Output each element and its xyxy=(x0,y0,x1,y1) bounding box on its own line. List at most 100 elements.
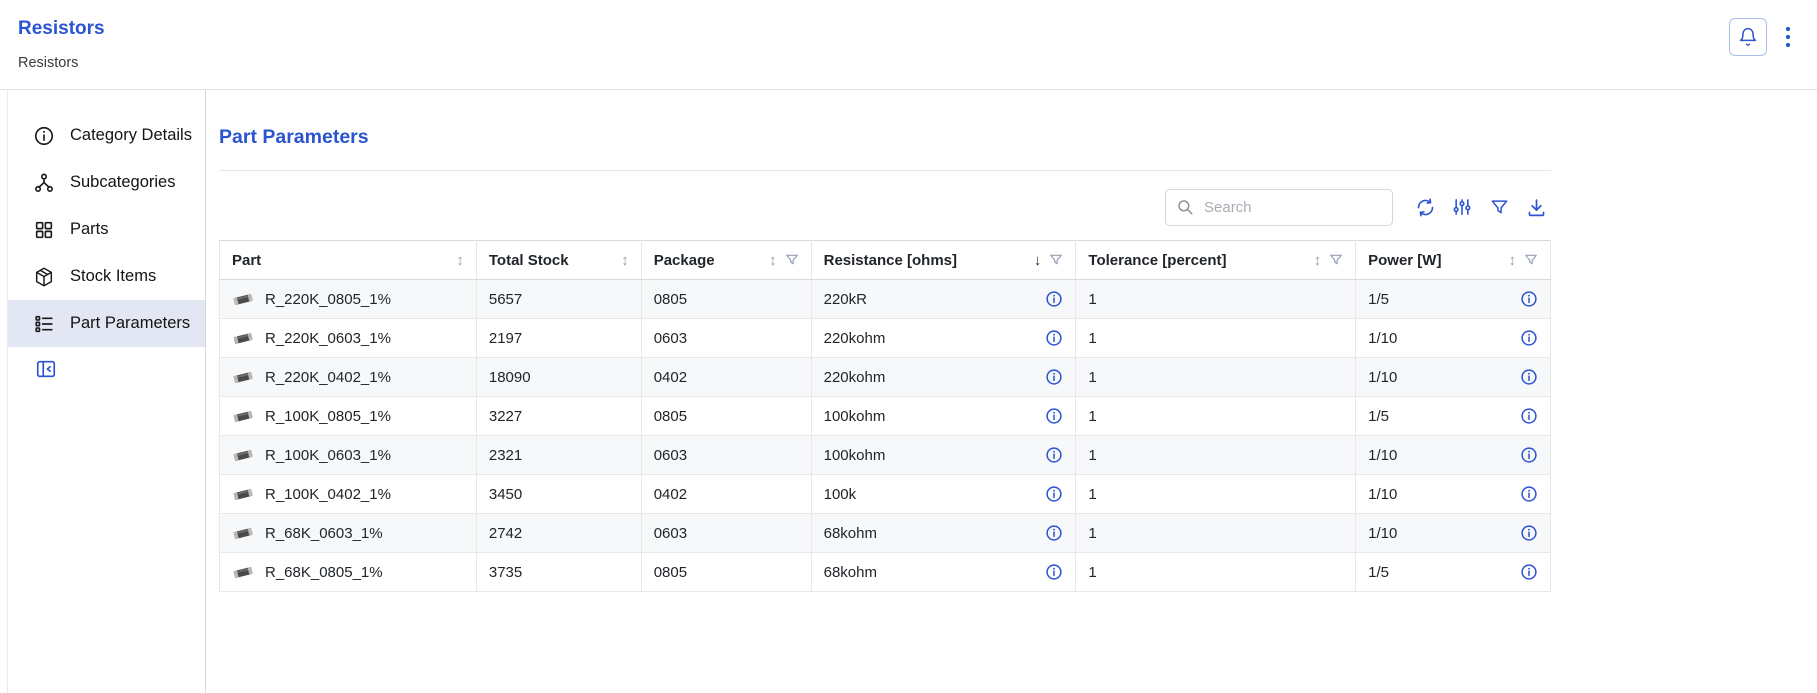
column-header-package[interactable]: Package ↕ xyxy=(641,241,811,280)
table-row[interactable]: R_100K_0805_1% 3227 0805 100kohm 1 1/5 xyxy=(220,397,1551,436)
sidebar: Category Details Subcategories xyxy=(8,90,206,693)
total-stock-value: 5657 xyxy=(476,280,641,319)
sidebar-item-stock-items[interactable]: Stock Items xyxy=(8,253,205,300)
column-settings-icon xyxy=(1452,197,1472,217)
tolerance-value: 1 xyxy=(1076,280,1356,319)
part-parameters-table: Part ↕ Total Stock ↕ xyxy=(219,240,1551,592)
info-icon[interactable] xyxy=(1520,485,1538,503)
column-filter-icon[interactable] xyxy=(785,253,799,267)
resistance-value: 100kohm xyxy=(824,447,886,464)
table-row[interactable]: R_220K_0805_1% 5657 0805 220kR 1 1/5 xyxy=(220,280,1551,319)
table-row[interactable]: R_220K_0603_1% 2197 0603 220kohm 1 1/10 xyxy=(220,319,1551,358)
bell-icon xyxy=(1738,27,1758,47)
column-header-part[interactable]: Part ↕ xyxy=(220,241,477,280)
search-box xyxy=(1165,189,1393,226)
panel-collapse-icon xyxy=(35,358,57,380)
column-header-resistance[interactable]: Resistance [ohms] ↓ xyxy=(811,241,1076,280)
package-value: 0603 xyxy=(641,436,811,475)
package-value: 0603 xyxy=(641,319,811,358)
info-icon xyxy=(33,125,55,147)
section-title: Part Parameters xyxy=(219,126,1551,149)
info-icon[interactable] xyxy=(1045,290,1063,308)
column-filter-icon[interactable] xyxy=(1329,253,1343,267)
info-icon[interactable] xyxy=(1045,563,1063,581)
table-row[interactable]: R_100K_0603_1% 2321 0603 100kohm 1 1/10 xyxy=(220,436,1551,475)
column-header-power[interactable]: Power [W] ↕ xyxy=(1356,241,1551,280)
sort-icon[interactable]: ↕ xyxy=(1509,253,1517,268)
part-name: R_68K_0603_1% xyxy=(265,525,383,542)
power-value: 1/5 xyxy=(1368,291,1389,308)
column-settings-button[interactable] xyxy=(1447,192,1477,222)
sidebar-item-label: Subcategories xyxy=(70,173,176,192)
column-header-tolerance[interactable]: Tolerance [percent] ↕ xyxy=(1076,241,1356,280)
info-icon[interactable] xyxy=(1520,290,1538,308)
sort-icon[interactable]: ↕ xyxy=(621,253,629,268)
sidebar-item-part-parameters[interactable]: Part Parameters xyxy=(8,300,205,347)
power-value: 1/10 xyxy=(1368,330,1397,347)
overflow-menu-button[interactable] xyxy=(1779,19,1797,55)
sort-icon[interactable]: ↕ xyxy=(769,253,777,268)
sort-icon[interactable]: ↓ xyxy=(1034,253,1042,268)
refresh-button[interactable] xyxy=(1410,192,1440,222)
info-icon[interactable] xyxy=(1520,329,1538,347)
info-icon[interactable] xyxy=(1520,368,1538,386)
column-label: Part xyxy=(232,252,261,269)
filter-button[interactable] xyxy=(1484,192,1514,222)
page-title: Resistors xyxy=(18,18,105,40)
table-row[interactable]: R_220K_0402_1% 18090 0402 220kohm 1 1/10 xyxy=(220,358,1551,397)
main-panel: Part Parameters xyxy=(206,90,1817,693)
resistor-thumbnail-icon xyxy=(232,330,254,346)
tolerance-value: 1 xyxy=(1076,397,1356,436)
part-name: R_100K_0603_1% xyxy=(265,447,391,464)
resistance-value: 68kohm xyxy=(824,525,877,542)
part-name: R_100K_0402_1% xyxy=(265,486,391,503)
column-label: Power [W] xyxy=(1368,252,1441,269)
header-actions xyxy=(1729,12,1797,56)
part-name: R_100K_0805_1% xyxy=(265,408,391,425)
info-icon[interactable] xyxy=(1045,446,1063,464)
breadcrumb[interactable]: Resistors xyxy=(18,55,105,71)
resistance-value: 100kohm xyxy=(824,408,886,425)
column-filter-icon[interactable] xyxy=(1049,253,1063,267)
table-row[interactable]: R_68K_0603_1% 2742 0603 68kohm 1 1/10 xyxy=(220,514,1551,553)
total-stock-value: 18090 xyxy=(476,358,641,397)
info-icon[interactable] xyxy=(1045,368,1063,386)
section-divider xyxy=(219,170,1551,171)
info-icon[interactable] xyxy=(1520,563,1538,581)
total-stock-value: 2321 xyxy=(476,436,641,475)
info-icon[interactable] xyxy=(1520,446,1538,464)
resistor-thumbnail-icon xyxy=(232,486,254,502)
table-row[interactable]: R_68K_0805_1% 3735 0805 68kohm 1 1/5 xyxy=(220,553,1551,592)
column-header-total-stock[interactable]: Total Stock ↕ xyxy=(476,241,641,280)
info-icon[interactable] xyxy=(1520,524,1538,542)
info-icon[interactable] xyxy=(1520,407,1538,425)
column-label: Package xyxy=(654,252,715,269)
table-row[interactable]: R_100K_0402_1% 3450 0402 100k 1 1/10 xyxy=(220,475,1551,514)
part-name: R_220K_0603_1% xyxy=(265,330,391,347)
grid-icon xyxy=(33,219,55,241)
sidebar-item-subcategories[interactable]: Subcategories xyxy=(8,159,205,206)
notifications-button[interactable] xyxy=(1729,18,1767,56)
column-filter-icon[interactable] xyxy=(1524,253,1538,267)
sort-icon[interactable]: ↕ xyxy=(1314,253,1322,268)
sidebar-item-parts[interactable]: Parts xyxy=(8,206,205,253)
package-value: 0402 xyxy=(641,358,811,397)
sidebar-collapse-button[interactable] xyxy=(33,356,59,382)
download-button[interactable] xyxy=(1521,192,1551,222)
search-input[interactable] xyxy=(1202,198,1382,217)
info-icon[interactable] xyxy=(1045,407,1063,425)
resistor-thumbnail-icon xyxy=(232,447,254,463)
package-value: 0805 xyxy=(641,280,811,319)
info-icon[interactable] xyxy=(1045,485,1063,503)
sidebar-item-label: Parts xyxy=(70,220,109,239)
resistor-thumbnail-icon xyxy=(232,408,254,424)
info-icon[interactable] xyxy=(1045,329,1063,347)
tolerance-value: 1 xyxy=(1076,358,1356,397)
info-icon[interactable] xyxy=(1045,524,1063,542)
sidebar-item-category-details[interactable]: Category Details xyxy=(8,112,205,159)
power-value: 1/5 xyxy=(1368,408,1389,425)
filter-icon xyxy=(1490,198,1509,217)
total-stock-value: 3735 xyxy=(476,553,641,592)
total-stock-value: 3450 xyxy=(476,475,641,514)
sort-icon[interactable]: ↕ xyxy=(456,253,464,268)
